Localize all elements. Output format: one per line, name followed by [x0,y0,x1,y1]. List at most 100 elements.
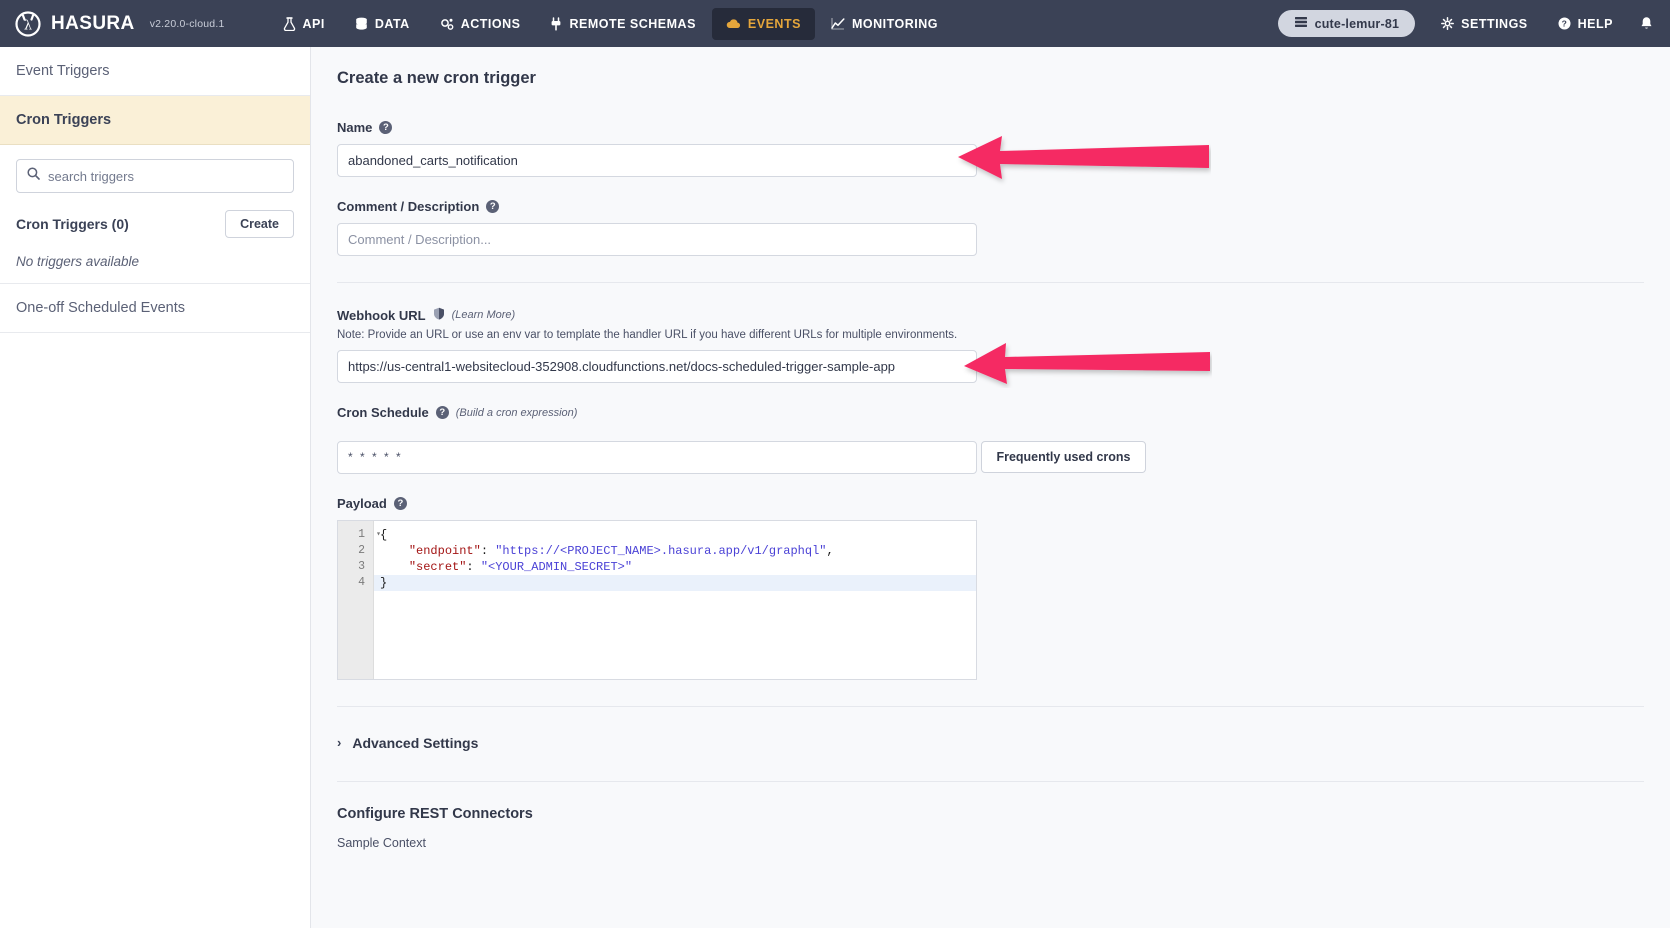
editor-line-number: 3 [338,559,373,575]
project-selector[interactable]: cute-lemur-81 [1278,10,1416,37]
comment-input[interactable] [337,223,977,256]
frequently-used-crons-button[interactable]: Frequently used crons [981,441,1145,473]
cron-triggers-panel: Cron Triggers (0) Create No triggers ava… [0,145,310,284]
code-token: "https://<PROJECT_NAME>.hasura.app/v1/gr… [495,544,826,558]
sidebar-item-cron-triggers[interactable]: Cron Triggers [0,96,310,145]
editor-line-number: 1▾ [338,527,373,543]
nav-item-events[interactable]: EVENTS [712,8,815,40]
editor-code-line: "endpoint": "https://<PROJECT_NAME>.hasu… [374,543,976,559]
nav-item-api[interactable]: API [269,8,339,40]
nav-right-group: cute-lemur-81 SETTINGS ? HELP [1278,9,1654,39]
events-sidebar: Event Triggers Cron Triggers Cron Trigge… [0,47,311,928]
rest-connectors-title: Configure REST Connectors [337,806,1644,822]
no-triggers-message: No triggers available [16,254,294,269]
comment-help-icon[interactable]: ? [486,200,499,213]
chart-icon [831,17,845,30]
comment-label-row: Comment / Description ? [337,199,1644,214]
payload-help-icon[interactable]: ? [394,497,407,510]
brand-name: HASURA [51,13,135,35]
plug-icon [550,17,562,31]
advanced-settings-label: Advanced Settings [352,735,478,751]
name-help-icon[interactable]: ? [379,121,392,134]
nav-item-settings[interactable]: SETTINGS [1437,9,1532,39]
code-token: "endpoint" [409,544,481,558]
cron-schedule-label: Cron Schedule [337,405,429,420]
nav-item-remote-schemas[interactable]: REMOTE SCHEMAS [536,8,709,40]
svg-text:λ: λ [24,18,32,33]
code-token: "<YOUR_ADMIN_SECRET>" [481,560,632,574]
payload-code-editor[interactable]: 1▾234 { "endpoint": "https://<PROJECT_NA… [337,520,977,680]
nav-item-label: EVENTS [748,17,801,31]
nav-item-label: DATA [375,17,410,31]
payload-label: Payload [337,496,387,511]
sample-context-label: Sample Context [337,836,1644,850]
cron-schedule-field-block: Cron Schedule ? (Build a cron expression… [337,405,1644,474]
cloud-icon [726,18,741,30]
advanced-settings-toggle[interactable]: › Advanced Settings [337,731,1644,755]
search-triggers-input[interactable] [48,169,283,184]
payload-label-row: Payload ? [337,496,1644,511]
nav-item-data[interactable]: DATA [341,8,424,40]
code-token [380,560,409,574]
editor-code-line: { [374,527,976,543]
sidebar-item-one-off-scheduled-events[interactable]: One-off Scheduled Events [0,284,310,333]
editor-code-line: } [374,575,976,591]
search-triggers-wrapper[interactable] [16,159,294,193]
sidebar-item-event-triggers[interactable]: Event Triggers [0,47,310,96]
cron-help-icon[interactable]: ? [436,406,449,419]
create-trigger-button[interactable]: Create [225,210,294,238]
webhook-url-input[interactable] [337,350,977,383]
code-token: "secret" [409,560,467,574]
editor-line-numbers: 1▾234 [338,521,374,679]
build-cron-expression-link[interactable]: (Build a cron expression) [456,407,578,419]
shield-icon [433,307,445,323]
code-token: , [827,544,834,558]
main-content: Create a new cron trigger Name ? Comment… [311,47,1670,928]
nav-item-label: SETTINGS [1461,17,1528,31]
webhook-label-row: Webhook URL (Learn More) [337,307,1644,323]
comment-field-block: Comment / Description ? [337,199,1644,256]
search-icon [27,167,40,185]
brand-logo-group[interactable]: λ HASURA v2.20.0-cloud.1 [14,10,225,38]
nav-item-monitoring[interactable]: MONITORING [817,8,952,40]
code-token: } [380,576,387,590]
nav-item-label: API [303,17,325,31]
top-navigation-bar: λ HASURA v2.20.0-cloud.1 API DATA ACTION… [0,0,1670,47]
form-divider-1 [337,282,1644,283]
project-name: cute-lemur-81 [1315,17,1400,31]
cron-triggers-count: Cron Triggers (0) [16,216,129,232]
svg-text:?: ? [1561,19,1567,29]
gears-icon [440,17,454,31]
name-label: Name [337,120,372,135]
nav-item-label: REMOTE SCHEMAS [569,17,695,31]
editor-code-line: "secret": "<YOUR_ADMIN_SECRET>" [374,559,976,575]
main-nav-items: API DATA ACTIONS REMOTE SCHEMAS EVENTS [269,8,952,40]
name-field-block: Name ? [337,120,1644,177]
nav-item-label: ACTIONS [461,17,521,31]
editor-line-number: 4 [338,575,373,591]
code-token: { [380,528,387,542]
cron-schedule-input[interactable] [337,441,977,474]
comment-label: Comment / Description [337,199,479,214]
editor-code-area[interactable]: { "endpoint": "https://<PROJECT_NAME>.ha… [374,521,976,679]
webhook-label: Webhook URL [337,308,426,323]
form-divider-2 [337,706,1644,707]
chevron-right-icon: › [337,735,341,750]
app-shell: Event Triggers Cron Triggers Cron Trigge… [0,47,1670,928]
name-input[interactable] [337,144,977,177]
notifications-bell-icon[interactable] [1639,16,1654,32]
server-stack-icon [1294,16,1308,31]
page-title: Create a new cron trigger [337,69,1644,88]
code-token [380,544,409,558]
webhook-field-block: Webhook URL (Learn More) Note: Provide a… [337,307,1644,383]
nav-item-actions[interactable]: ACTIONS [426,8,535,40]
gear-icon [1441,17,1454,30]
cron-triggers-header-row: Cron Triggers (0) Create [16,210,294,238]
nav-item-help[interactable]: ? HELP [1554,9,1617,39]
webhook-learn-more-link[interactable]: (Learn More) [452,309,516,321]
webhook-note: Note: Provide an URL or use an env var t… [337,329,1644,341]
nav-item-label: MONITORING [852,17,938,31]
create-cron-trigger-form: Create a new cron trigger Name ? Comment… [311,69,1670,850]
cron-label-row: Cron Schedule ? (Build a cron expression… [337,405,1644,420]
payload-field-block: Payload ? 1▾234 { "endpoint": "https://<… [337,496,1644,680]
